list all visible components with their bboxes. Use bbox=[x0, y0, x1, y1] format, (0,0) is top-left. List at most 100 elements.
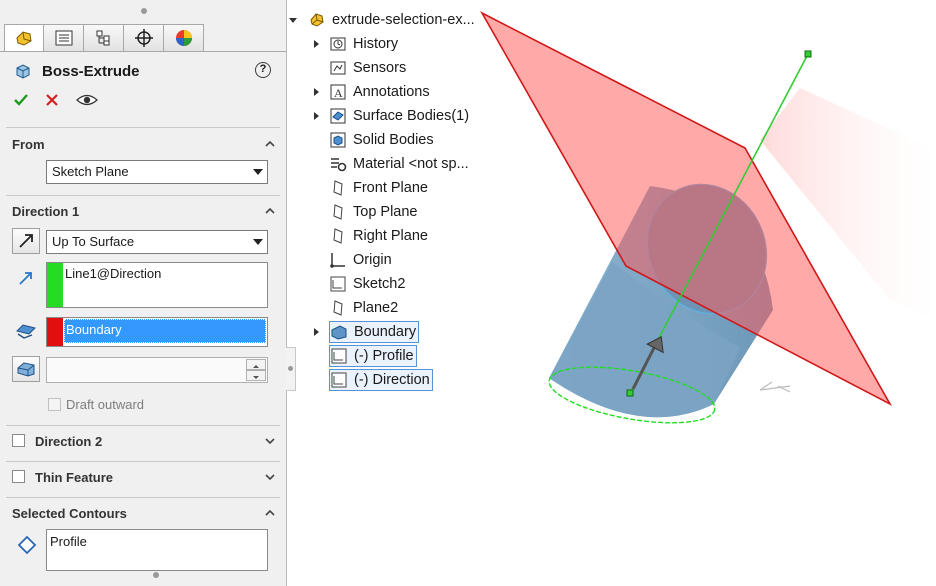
line-startpoint-handle[interactable] bbox=[626, 389, 634, 397]
chevron-up-icon[interactable] bbox=[265, 508, 275, 518]
plane-icon bbox=[329, 179, 347, 197]
tree-item-label: Boundary bbox=[354, 324, 417, 340]
surface-bodies-icon bbox=[329, 107, 347, 125]
direction1-section-title[interactable]: Direction 1 bbox=[12, 204, 79, 219]
chevron-up-icon[interactable] bbox=[265, 206, 275, 216]
offset-distance-input[interactable] bbox=[46, 357, 268, 383]
tree-root-label: extrude-selection-ex... bbox=[332, 12, 475, 28]
end-condition-dropdown[interactable]: Up To Surface bbox=[46, 230, 268, 254]
tab-dimxpert-manager[interactable] bbox=[124, 24, 164, 52]
tab-feature-manager[interactable] bbox=[4, 24, 44, 52]
boundary-plane[interactable] bbox=[479, 11, 893, 406]
spin-down-button[interactable] bbox=[246, 370, 266, 381]
contour-item[interactable]: Profile bbox=[50, 534, 87, 549]
dropdown-arrow-icon bbox=[253, 239, 263, 245]
display-manager-icon bbox=[175, 30, 192, 46]
tree-item-sketch2[interactable]: Sketch2 bbox=[329, 273, 405, 295]
tree-item-profile[interactable]: (-) Profile bbox=[329, 345, 417, 367]
help-icon[interactable]: ? bbox=[255, 62, 271, 78]
checkmark-icon[interactable] bbox=[14, 93, 28, 107]
chevron-up-icon[interactable] bbox=[265, 139, 275, 149]
selected-contours-section-title[interactable]: Selected Contours bbox=[12, 506, 127, 521]
tree-item-material-not-sp[interactable]: Material <not sp... bbox=[329, 153, 469, 175]
tree-expander-icon[interactable] bbox=[314, 88, 319, 96]
offset-from-surface-button[interactable] bbox=[12, 356, 40, 382]
divider bbox=[6, 497, 280, 498]
close-icon[interactable] bbox=[46, 94, 58, 106]
boss-extrude-icon bbox=[16, 64, 30, 79]
direction2-section-title[interactable]: Direction 2 bbox=[35, 434, 102, 449]
tree-expander-icon[interactable] bbox=[314, 112, 319, 120]
tree-item-plane2[interactable]: Plane2 bbox=[329, 297, 398, 319]
tree-item-label: Sketch2 bbox=[353, 276, 406, 292]
sensors-icon bbox=[329, 59, 347, 77]
profile-sketch-ellipse[interactable] bbox=[545, 357, 719, 433]
tree-item-label: Front Plane bbox=[353, 180, 428, 196]
origin-icon bbox=[329, 251, 347, 269]
thin-feature-section-title[interactable]: Thin Feature bbox=[35, 470, 113, 485]
chevron-down-icon[interactable] bbox=[265, 472, 275, 482]
caret-down-icon bbox=[253, 376, 259, 379]
from-dropdown[interactable]: Sketch Plane bbox=[46, 160, 268, 184]
direction-selection-box[interactable]: Line1@Direction bbox=[46, 262, 268, 308]
direction-line[interactable] bbox=[629, 53, 809, 394]
tree-expander-icon[interactable] bbox=[289, 18, 297, 23]
offset-surface-icon bbox=[17, 362, 35, 377]
tree-item-direction[interactable]: (-) Direction bbox=[329, 369, 433, 391]
eye-icon[interactable] bbox=[76, 93, 98, 107]
direction-selection-item[interactable]: Line1@Direction bbox=[65, 266, 161, 281]
contours-selection-box[interactable]: Profile bbox=[46, 529, 268, 571]
tab-configuration-manager[interactable] bbox=[84, 24, 124, 52]
thin-feature-checkbox[interactable] bbox=[12, 470, 25, 483]
tree-expander-icon[interactable] bbox=[314, 328, 319, 336]
spin-up-button[interactable] bbox=[246, 359, 266, 370]
dropdown-arrow-icon bbox=[253, 169, 263, 175]
tree-expander-icon[interactable] bbox=[314, 40, 319, 48]
tree-item-label: Sensors bbox=[353, 60, 407, 76]
draft-outward-checkbox[interactable] bbox=[48, 398, 61, 411]
tab-property-manager[interactable] bbox=[44, 24, 84, 52]
face-selection-item[interactable]: Boundary bbox=[64, 319, 266, 343]
line-endpoint-handle[interactable] bbox=[804, 50, 812, 58]
tab-display-manager[interactable] bbox=[164, 24, 204, 52]
divider bbox=[6, 461, 280, 462]
plane-icon bbox=[329, 227, 347, 245]
pm-title: Boss-Extrude bbox=[42, 62, 140, 80]
configuration-manager-icon bbox=[96, 30, 109, 46]
tree-item-sensors[interactable]: Sensors bbox=[329, 57, 406, 79]
face-selection-box[interactable]: Boundary bbox=[46, 317, 268, 347]
tree-item-history[interactable]: History bbox=[329, 33, 398, 55]
direction2-checkbox[interactable] bbox=[12, 434, 25, 447]
chevron-down-icon[interactable] bbox=[265, 436, 275, 446]
panel-grip-bottom[interactable] bbox=[153, 572, 159, 578]
reverse-direction-icon bbox=[19, 234, 33, 248]
tree-item-label: Material <not sp... bbox=[353, 156, 469, 172]
boundary-surface-icon bbox=[330, 323, 348, 341]
tree-item-origin[interactable]: Origin bbox=[329, 249, 392, 271]
tree-item-label: Top Plane bbox=[353, 204, 418, 220]
tree-item-label: Plane2 bbox=[353, 300, 399, 316]
reverse-direction-button[interactable] bbox=[12, 228, 40, 254]
tree-root[interactable]: extrude-selection-ex... bbox=[308, 9, 475, 31]
property-manager-panel: Boss-Extrude ? From Sketch Plane Directi… bbox=[0, 0, 287, 586]
annotations-icon: A bbox=[329, 83, 347, 101]
tree-item-front-plane[interactable]: Front Plane bbox=[329, 177, 428, 199]
sketch-icon bbox=[329, 275, 347, 293]
tree-item-label: Right Plane bbox=[353, 228, 428, 244]
tree-item-annotations[interactable]: A Annotations bbox=[329, 81, 430, 103]
panel-grip-top[interactable] bbox=[141, 8, 147, 14]
manager-tabs bbox=[4, 24, 204, 52]
reference-triad-icon bbox=[759, 381, 791, 393]
direction-color-swatch bbox=[47, 263, 63, 307]
tree-item-right-plane[interactable]: Right Plane bbox=[329, 225, 428, 247]
tree-item-top-plane[interactable]: Top Plane bbox=[329, 201, 418, 223]
tree-item-surface-bodies-1[interactable]: Surface Bodies(1) bbox=[329, 105, 469, 127]
tree-item-boundary[interactable]: Boundary bbox=[329, 321, 420, 343]
from-section-title[interactable]: From bbox=[12, 137, 45, 152]
extrude-arrow-head[interactable] bbox=[646, 333, 669, 354]
history-icon bbox=[329, 35, 347, 53]
tree-item-label: Annotations bbox=[353, 84, 430, 100]
pm-action-buttons bbox=[14, 93, 98, 107]
property-manager-icon bbox=[55, 30, 72, 46]
tree-item-solid-bodies[interactable]: Solid Bodies bbox=[329, 129, 434, 151]
